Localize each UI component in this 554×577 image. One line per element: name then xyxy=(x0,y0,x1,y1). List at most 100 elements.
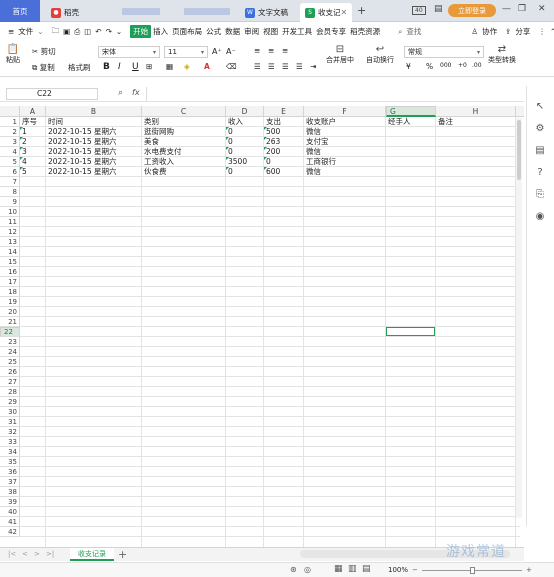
menu-file[interactable]: 文件 xyxy=(16,26,35,37)
align-left-icon[interactable]: ☰ xyxy=(254,62,261,71)
name-box[interactable]: C22 xyxy=(6,88,98,100)
location-icon[interactable]: ◉ xyxy=(533,210,547,224)
justify-icon[interactable]: ☰ xyxy=(296,62,303,71)
vertical-scrollbar[interactable] xyxy=(516,118,522,518)
collapse-icon[interactable]: ⌃ xyxy=(548,27,554,36)
menu-page-layout[interactable]: 页面布局 xyxy=(170,26,204,37)
row-header[interactable]: 12 xyxy=(0,227,20,237)
first-sheet-icon[interactable]: |< xyxy=(8,550,16,558)
undo-icon[interactable]: ↶ xyxy=(93,27,103,36)
row-header[interactable]: 22 xyxy=(0,327,20,337)
tab-word-doc[interactable]: W 文字文稿 xyxy=(240,3,298,22)
tab-docer[interactable]: ● 稻壳 xyxy=(46,3,120,22)
more-icon[interactable]: ⋮ xyxy=(536,27,548,36)
shrink-font-button[interactable]: A⁻ xyxy=(226,47,236,56)
share-button[interactable]: 分享 xyxy=(513,26,532,37)
row-header[interactable]: 35 xyxy=(0,457,20,467)
login-button[interactable]: 立即登录 xyxy=(448,4,496,17)
row-header[interactable]: 5 xyxy=(0,157,20,167)
next-sheet-icon[interactable]: > xyxy=(34,550,40,558)
align-center-icon[interactable]: ☰ xyxy=(268,62,275,71)
column-header-d[interactable]: D xyxy=(226,106,264,117)
row-header[interactable]: 37 xyxy=(0,477,20,487)
row-header[interactable]: 8 xyxy=(0,187,20,197)
row-header[interactable]: 4 xyxy=(0,147,20,157)
column-header-a[interactable]: A xyxy=(20,106,46,117)
open-icon[interactable]: 🗀 xyxy=(50,25,62,38)
chevron-down-icon[interactable]: ⌄ xyxy=(114,27,124,36)
format-painter-button[interactable]: 格式刷 xyxy=(68,62,91,73)
number-format-select[interactable]: 常规 ▾ xyxy=(404,46,484,58)
row-header[interactable]: 36 xyxy=(0,467,20,477)
search-icon[interactable]: ⌕ xyxy=(396,27,404,37)
page-layout-icon[interactable]: ▤ xyxy=(362,564,371,574)
row-header[interactable]: 32 xyxy=(0,427,20,437)
minimize-icon[interactable]: — xyxy=(502,4,511,14)
row-header[interactable]: 29 xyxy=(0,397,20,407)
indent-icon[interactable]: ⇥ xyxy=(310,62,316,71)
menu-member[interactable]: 会员专享 xyxy=(314,26,348,37)
row-header[interactable]: 42 xyxy=(0,527,20,537)
save-icon[interactable]: ▣ xyxy=(61,27,72,36)
row-header[interactable]: 14 xyxy=(0,247,20,257)
bold-button[interactable]: B xyxy=(103,62,110,72)
share-icon[interactable]: ⇪ xyxy=(503,27,513,36)
close-tab-icon[interactable]: ✕ xyxy=(341,8,348,17)
row-header[interactable]: 38 xyxy=(0,487,20,497)
row-header[interactable]: 2 xyxy=(0,127,20,137)
row-header[interactable]: 9 xyxy=(0,197,20,207)
underline-button[interactable]: U xyxy=(132,62,139,72)
fill-color-icon[interactable]: ◈ xyxy=(184,62,190,71)
column-header-g[interactable]: G xyxy=(386,106,436,117)
row-header[interactable]: 6 xyxy=(0,167,20,177)
layout-icon[interactable]: ▤ xyxy=(434,4,443,14)
shading-icon[interactable]: ▦ xyxy=(166,62,173,71)
font-family-select[interactable]: 宋体 ▾ xyxy=(98,46,160,58)
sheet-grid[interactable]: ABCDEFGH 1 2 3 4 5 6 7 8 9 10 11 12 13 14 15 16 17 18 19 20… xyxy=(0,106,524,547)
row-header[interactable]: 11 xyxy=(0,217,20,227)
tab-count-icon[interactable]: 40 xyxy=(412,6,426,15)
column-header-h[interactable]: H xyxy=(436,106,516,117)
row-header[interactable]: 31 xyxy=(0,417,20,427)
row-header[interactable]: 34 xyxy=(0,447,20,457)
row-header[interactable]: 13 xyxy=(0,237,20,247)
menu-data[interactable]: 数据 xyxy=(223,26,242,37)
row-header[interactable]: 24 xyxy=(0,347,20,357)
row-header[interactable]: 40 xyxy=(0,507,20,517)
zoom-icon[interactable]: ⌕ xyxy=(118,88,123,98)
macro-icon[interactable]: ⊛ xyxy=(290,565,297,574)
style-icon[interactable]: ▤ xyxy=(533,144,547,158)
menu-insert[interactable]: 插入 xyxy=(151,26,170,37)
search-button[interactable]: 查找 xyxy=(404,26,423,37)
wrap-text-button[interactable]: ↩ 自动换行 xyxy=(366,44,394,65)
column-header-c[interactable]: C xyxy=(142,106,226,117)
row-header[interactable]: 41 xyxy=(0,517,20,527)
cut-button[interactable]: ✂ 剪切 xyxy=(32,46,56,57)
menu-developer[interactable]: 开发工具 xyxy=(280,26,314,37)
row-header[interactable]: 18 xyxy=(0,287,20,297)
row-header[interactable]: 7 xyxy=(0,177,20,187)
row-header[interactable]: 27 xyxy=(0,377,20,387)
menu-review[interactable]: 审阅 xyxy=(242,26,261,37)
row-header[interactable]: 30 xyxy=(0,407,20,417)
currency-icon[interactable]: ¥ xyxy=(406,62,411,71)
row-header[interactable]: 33 xyxy=(0,437,20,447)
scrollbar-thumb[interactable] xyxy=(517,120,521,180)
row-header[interactable]: 10 xyxy=(0,207,20,217)
preview-icon[interactable]: ◫ xyxy=(82,27,93,36)
zoom-out-icon[interactable]: − xyxy=(412,566,418,574)
row-header[interactable]: 1 xyxy=(0,117,20,127)
menu-docer[interactable]: 稻壳资源 xyxy=(348,26,382,37)
close-window-icon[interactable]: ✕ xyxy=(538,4,546,14)
backup-icon[interactable]: ⎘ xyxy=(533,188,547,202)
help-icon[interactable]: ? xyxy=(533,166,547,180)
row-header[interactable]: 39 xyxy=(0,497,20,507)
thousands-button[interactable]: 000 xyxy=(440,62,451,69)
redo-icon[interactable]: ↷ xyxy=(104,27,114,36)
prev-sheet-icon[interactable]: < xyxy=(22,550,28,558)
row-header[interactable]: 23 xyxy=(0,337,20,347)
row-header[interactable]: 19 xyxy=(0,297,20,307)
decrease-decimal-icon[interactable]: .00 xyxy=(472,62,482,69)
chevron-down-icon[interactable]: ⌄ xyxy=(35,27,45,36)
row-header[interactable]: 26 xyxy=(0,367,20,377)
